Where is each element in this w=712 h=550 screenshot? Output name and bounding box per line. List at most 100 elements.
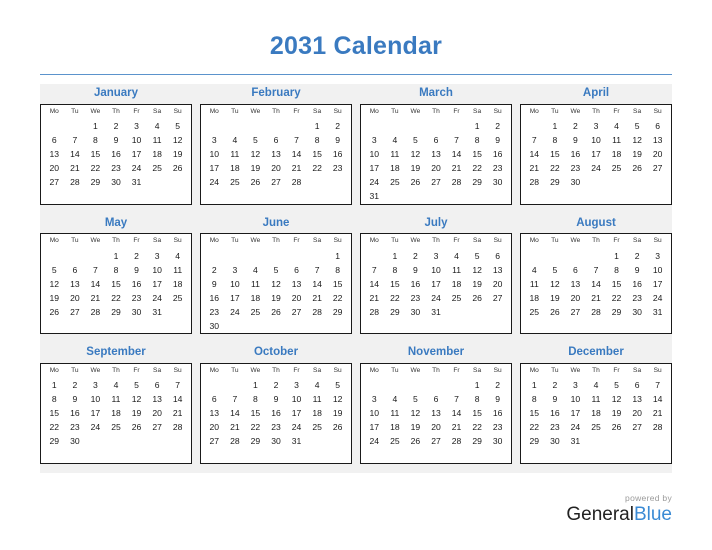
day-cell[interactable]: 1 xyxy=(385,249,406,263)
day-cell[interactable]: 30 xyxy=(266,435,287,449)
day-cell[interactable]: 30 xyxy=(545,435,566,449)
day-cell[interactable]: 12 xyxy=(405,147,426,161)
day-cell[interactable]: 9 xyxy=(487,393,508,407)
day-cell[interactable]: 23 xyxy=(545,421,566,435)
day-cell[interactable]: 26 xyxy=(327,421,348,435)
day-cell[interactable]: 17 xyxy=(426,277,447,291)
day-cell[interactable]: 24 xyxy=(225,305,246,319)
day-cell[interactable]: 13 xyxy=(286,277,307,291)
day-cell[interactable]: 12 xyxy=(327,393,348,407)
day-cell[interactable]: 26 xyxy=(405,175,426,189)
day-cell[interactable]: 9 xyxy=(204,277,225,291)
day-cell[interactable]: 22 xyxy=(106,291,127,305)
day-cell[interactable]: 15 xyxy=(606,277,627,291)
day-cell[interactable]: 9 xyxy=(266,393,287,407)
day-cell[interactable]: 20 xyxy=(426,161,447,175)
day-cell[interactable]: 13 xyxy=(426,147,447,161)
day-cell[interactable]: 16 xyxy=(627,277,648,291)
day-cell[interactable]: 26 xyxy=(545,305,566,319)
day-cell[interactable]: 28 xyxy=(307,305,328,319)
day-cell[interactable]: 19 xyxy=(126,407,147,421)
day-cell[interactable]: 21 xyxy=(586,291,607,305)
day-cell[interactable]: 12 xyxy=(467,263,488,277)
day-cell[interactable]: 9 xyxy=(545,393,566,407)
day-cell[interactable]: 6 xyxy=(266,133,287,147)
day-cell[interactable]: 25 xyxy=(586,421,607,435)
day-cell[interactable]: 13 xyxy=(65,277,86,291)
day-cell[interactable]: 19 xyxy=(327,407,348,421)
day-cell[interactable]: 24 xyxy=(586,161,607,175)
day-cell[interactable]: 13 xyxy=(204,407,225,421)
day-cell[interactable]: 30 xyxy=(204,319,225,333)
day-cell[interactable]: 13 xyxy=(647,133,668,147)
day-cell[interactable]: 5 xyxy=(606,379,627,393)
day-cell[interactable]: 25 xyxy=(245,305,266,319)
day-cell[interactable]: 16 xyxy=(204,291,225,305)
day-cell[interactable]: 22 xyxy=(467,161,488,175)
day-cell[interactable]: 6 xyxy=(426,393,447,407)
day-cell[interactable]: 1 xyxy=(307,119,328,133)
day-cell[interactable]: 6 xyxy=(65,263,86,277)
day-cell[interactable]: 4 xyxy=(225,133,246,147)
day-cell[interactable]: 12 xyxy=(167,133,188,147)
day-cell[interactable]: 8 xyxy=(307,133,328,147)
day-cell[interactable]: 7 xyxy=(364,263,385,277)
day-cell[interactable]: 30 xyxy=(126,305,147,319)
day-cell[interactable]: 9 xyxy=(106,133,127,147)
day-cell[interactable]: 3 xyxy=(565,379,586,393)
day-cell[interactable]: 4 xyxy=(147,119,168,133)
day-cell[interactable]: 15 xyxy=(385,277,406,291)
day-cell[interactable]: 17 xyxy=(85,407,106,421)
day-cell[interactable]: 14 xyxy=(364,277,385,291)
day-cell[interactable]: 16 xyxy=(487,407,508,421)
day-cell[interactable]: 4 xyxy=(606,119,627,133)
day-cell[interactable]: 20 xyxy=(286,291,307,305)
day-cell[interactable]: 21 xyxy=(65,161,86,175)
day-cell[interactable]: 23 xyxy=(106,161,127,175)
day-cell[interactable]: 20 xyxy=(565,291,586,305)
day-cell[interactable]: 10 xyxy=(126,133,147,147)
day-cell[interactable]: 15 xyxy=(467,147,488,161)
day-cell[interactable]: 23 xyxy=(266,421,287,435)
day-cell[interactable]: 26 xyxy=(405,435,426,449)
day-cell[interactable]: 10 xyxy=(147,263,168,277)
day-cell[interactable]: 17 xyxy=(286,407,307,421)
day-cell[interactable]: 15 xyxy=(44,407,65,421)
day-cell[interactable]: 7 xyxy=(65,133,86,147)
day-cell[interactable]: 24 xyxy=(85,421,106,435)
day-cell[interactable]: 15 xyxy=(307,147,328,161)
day-cell[interactable]: 18 xyxy=(524,291,545,305)
day-cell[interactable]: 11 xyxy=(385,407,406,421)
day-cell[interactable]: 8 xyxy=(545,133,566,147)
day-cell[interactable]: 24 xyxy=(286,421,307,435)
day-cell[interactable]: 25 xyxy=(524,305,545,319)
day-cell[interactable]: 16 xyxy=(545,407,566,421)
day-cell[interactable]: 9 xyxy=(565,133,586,147)
day-cell[interactable]: 4 xyxy=(307,379,328,393)
day-cell[interactable]: 22 xyxy=(307,161,328,175)
day-cell[interactable]: 8 xyxy=(606,263,627,277)
day-cell[interactable]: 30 xyxy=(405,305,426,319)
day-cell[interactable]: 23 xyxy=(487,161,508,175)
day-cell[interactable]: 9 xyxy=(65,393,86,407)
day-cell[interactable]: 17 xyxy=(364,161,385,175)
day-cell[interactable]: 23 xyxy=(487,421,508,435)
day-cell[interactable]: 23 xyxy=(627,291,648,305)
day-cell[interactable]: 25 xyxy=(385,175,406,189)
day-cell[interactable]: 27 xyxy=(647,161,668,175)
day-cell[interactable]: 24 xyxy=(364,435,385,449)
day-cell[interactable]: 25 xyxy=(167,291,188,305)
day-cell[interactable]: 4 xyxy=(106,379,127,393)
day-cell[interactable]: 19 xyxy=(405,421,426,435)
day-cell[interactable]: 14 xyxy=(65,147,86,161)
day-cell[interactable]: 11 xyxy=(147,133,168,147)
day-cell[interactable]: 25 xyxy=(225,175,246,189)
day-cell[interactable]: 29 xyxy=(385,305,406,319)
day-cell[interactable]: 4 xyxy=(245,263,266,277)
day-cell[interactable]: 23 xyxy=(405,291,426,305)
day-cell[interactable]: 30 xyxy=(627,305,648,319)
day-cell[interactable]: 15 xyxy=(524,407,545,421)
day-cell[interactable]: 19 xyxy=(405,161,426,175)
day-cell[interactable]: 2 xyxy=(487,119,508,133)
day-cell[interactable]: 27 xyxy=(627,421,648,435)
